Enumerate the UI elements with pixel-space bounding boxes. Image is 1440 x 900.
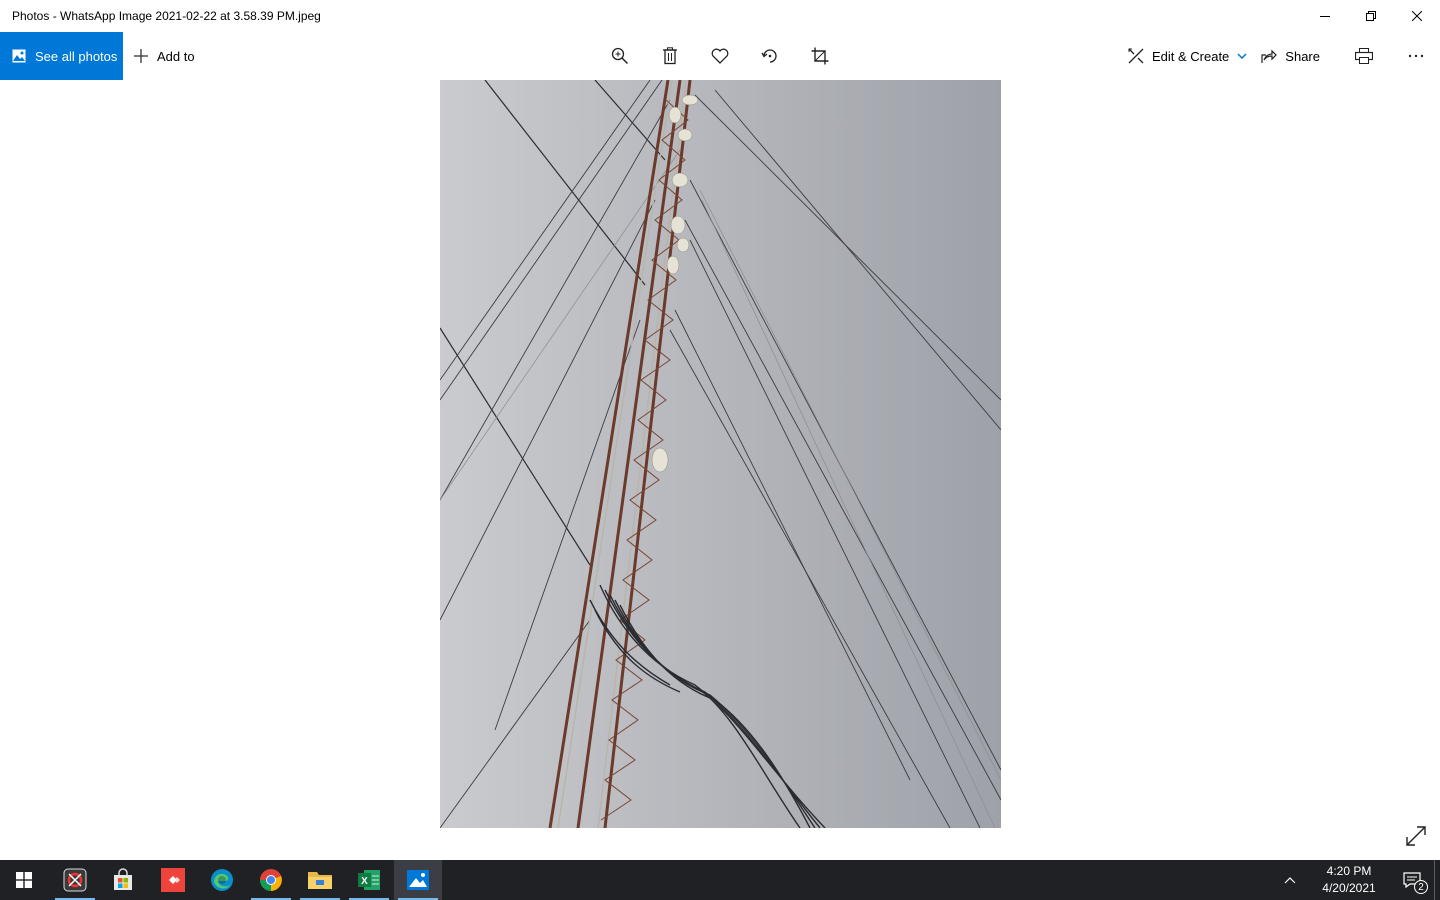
share-label: Share <box>1285 48 1320 64</box>
add-to-label: Add to <box>157 48 195 64</box>
delete-icon <box>663 47 677 65</box>
more-options-button[interactable] <box>1392 32 1440 80</box>
svg-text:X: X <box>361 876 368 887</box>
taskbar: X 4:20 PM 4/20/2021 2 <box>0 860 1440 900</box>
zoom-icon <box>611 47 629 65</box>
see-all-photos-label: See all photos <box>35 48 118 64</box>
see-all-photos-button[interactable]: See all photos <box>0 32 123 80</box>
clock[interactable]: 4:20 PM 4/20/2021 <box>1314 863 1384 897</box>
edge-icon <box>211 869 233 891</box>
edit-create-label: Edit & Create <box>1151 48 1230 64</box>
system-tray: 4:20 PM 4/20/2021 2 <box>1276 860 1440 900</box>
edit-create-icon <box>1128 48 1144 64</box>
more-icon <box>1408 54 1424 58</box>
plus-icon <box>133 48 149 64</box>
crop-icon <box>811 47 829 65</box>
restore-button[interactable] <box>1348 0 1394 32</box>
restore-icon <box>1366 11 1376 21</box>
window-title: Photos - WhatsApp Image 2021-02-22 at 3.… <box>12 9 321 23</box>
zoom-button[interactable] <box>600 32 640 80</box>
photo-gallery-icon <box>12 49 26 63</box>
taskbar-chrome[interactable] <box>247 860 295 900</box>
crop-button[interactable] <box>800 32 840 80</box>
favorite-icon <box>711 48 729 64</box>
expand-icon <box>1406 826 1426 846</box>
chevron-up-icon <box>1284 876 1296 883</box>
title-bar: Photos - WhatsApp Image 2021-02-22 at 3.… <box>0 0 1440 32</box>
share-button[interactable]: Share <box>1261 32 1320 80</box>
minimize-icon <box>1320 16 1330 17</box>
snipping-tool-icon <box>63 868 87 892</box>
favorite-button[interactable] <box>700 32 740 80</box>
taskbar-file-explorer[interactable] <box>296 860 344 900</box>
delete-button[interactable] <box>650 32 690 80</box>
folder-icon <box>308 872 332 889</box>
minimize-button[interactable] <box>1302 0 1348 32</box>
window-controls <box>1302 0 1440 32</box>
rotate-button[interactable] <box>750 32 790 80</box>
show-desktop-button[interactable] <box>1434 860 1440 900</box>
close-button[interactable] <box>1394 0 1440 32</box>
photos-icon <box>407 870 429 890</box>
windows-logo-icon <box>16 872 32 888</box>
taskbar-edge[interactable] <box>198 860 246 900</box>
taskbar-excel[interactable]: X <box>345 860 393 900</box>
share-icon <box>1261 49 1278 64</box>
photo-viewer <box>0 80 1440 860</box>
clock-time: 4:20 PM <box>1326 864 1372 878</box>
expand-fullscreen-button[interactable] <box>1404 824 1428 848</box>
action-center-button[interactable]: 2 <box>1390 860 1434 900</box>
taskbar-snipping-tool[interactable] <box>51 860 99 900</box>
close-icon <box>1412 11 1422 21</box>
chrome-icon <box>260 869 282 891</box>
toolbar: See all photos Add to Edit & Create Shar… <box>0 32 1440 80</box>
start-button[interactable] <box>0 860 48 900</box>
show-hidden-icons-button[interactable] <box>1276 860 1304 900</box>
taskbar-microsoft-store[interactable] <box>99 860 147 900</box>
right-tools: Edit & Create Share <box>1128 32 1440 80</box>
add-to-button[interactable]: Add to <box>133 32 195 80</box>
anydesk-icon <box>161 868 185 892</box>
notification-count-badge: 2 <box>1414 880 1428 894</box>
photo-image[interactable] <box>440 80 1001 828</box>
chevron-down-icon <box>1237 53 1247 59</box>
clock-date: 4/20/2021 <box>1322 881 1376 895</box>
rotate-icon <box>761 49 777 63</box>
center-tools <box>600 32 850 80</box>
store-icon <box>114 868 132 890</box>
print-button[interactable] <box>1344 32 1384 80</box>
taskbar-anydesk[interactable] <box>149 860 197 900</box>
edit-create-button[interactable]: Edit & Create <box>1128 32 1247 80</box>
excel-icon: X <box>358 870 380 890</box>
print-icon <box>1355 48 1373 64</box>
taskbar-photos[interactable] <box>394 860 442 900</box>
